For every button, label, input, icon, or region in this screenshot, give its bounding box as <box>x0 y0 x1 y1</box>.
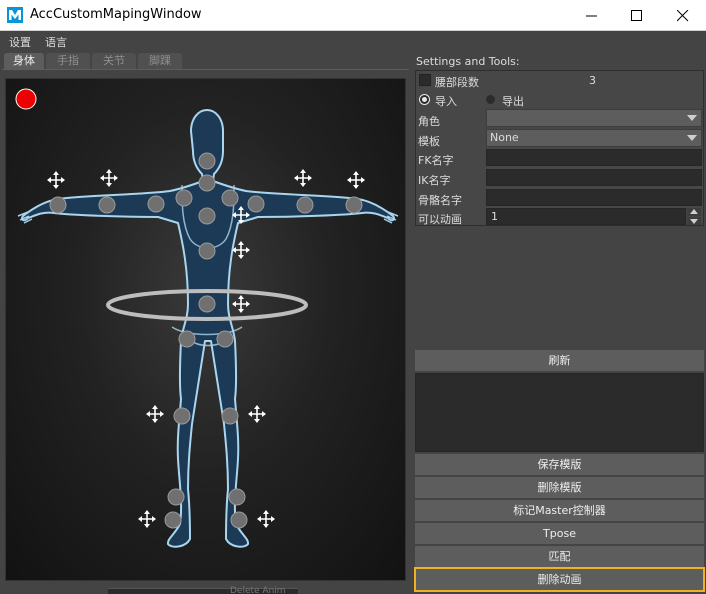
body-canvas[interactable] <box>5 78 406 581</box>
joint-right-elbow[interactable] <box>296 196 314 214</box>
tab-joints[interactable]: 关节 <box>92 53 136 70</box>
move-icon[interactable] <box>247 404 267 424</box>
spin-up-icon[interactable] <box>687 208 701 216</box>
fk-name-input[interactable] <box>486 149 702 166</box>
template-label: 模板 <box>418 135 440 148</box>
waist-value: 3 <box>589 74 596 87</box>
close-button[interactable] <box>660 0 706 31</box>
joint-right-knee[interactable] <box>221 407 239 425</box>
match-button[interactable]: 匹配 <box>415 546 704 567</box>
animatable-label: 可以动画 <box>418 213 462 226</box>
tab-underline <box>2 69 409 70</box>
joint-right-ankle[interactable] <box>228 488 246 506</box>
minimize-icon <box>586 15 597 17</box>
settings-header: Settings and Tools: <box>416 55 520 68</box>
animatable-input[interactable]: 1 <box>486 208 686 225</box>
export-radio[interactable] <box>486 95 495 104</box>
chevron-down-icon <box>683 110 701 126</box>
body-mapping-panel: 身体 手指 关节 脚踝 Delete Anim <box>0 51 411 594</box>
refresh-button[interactable]: 刷新 <box>415 350 704 371</box>
move-icon[interactable] <box>137 509 157 529</box>
export-label: 导出 <box>502 95 524 108</box>
spin-down-icon[interactable] <box>687 217 701 225</box>
maximize-icon <box>631 10 642 21</box>
bone-name-input[interactable] <box>486 189 702 206</box>
role-dropdown[interactable] <box>486 109 702 127</box>
joint-right-toe[interactable] <box>230 511 248 529</box>
fk-name-label: FK名字 <box>418 154 454 167</box>
joint-left-clavicle[interactable] <box>175 189 193 207</box>
joint-left-ankle[interactable] <box>167 488 185 506</box>
role-label: 角色 <box>418 115 440 128</box>
template-dropdown[interactable]: None <box>486 129 702 147</box>
minimize-button[interactable] <box>569 0 615 31</box>
bone-name-label: 骨骼名字 <box>418 194 462 207</box>
joint-right-clavicle[interactable] <box>221 189 239 207</box>
tab-fingers[interactable]: 手指 <box>46 53 90 70</box>
joint-spine-lower[interactable] <box>198 242 216 260</box>
joint-right-wrist[interactable] <box>345 196 363 214</box>
joint-hips[interactable] <box>198 295 216 313</box>
waist-label: 腰部段数 <box>435 76 479 89</box>
maya-app-icon <box>7 7 23 23</box>
move-icon[interactable] <box>231 294 251 314</box>
template-value: None <box>490 131 519 144</box>
title-bar: AccCustomMapingWindow <box>0 0 706 31</box>
waist-checkbox[interactable] <box>419 74 431 86</box>
joint-left-elbow[interactable] <box>98 196 116 214</box>
animatable-value: 1 <box>491 210 498 223</box>
result-list[interactable] <box>415 373 704 452</box>
ik-name-label: IK名字 <box>418 174 451 187</box>
joint-right-hip[interactable] <box>216 330 234 348</box>
move-icon[interactable] <box>256 509 276 529</box>
move-icon[interactable] <box>293 168 313 188</box>
window-title: AccCustomMapingWindow <box>30 7 202 22</box>
move-icon[interactable] <box>231 240 251 260</box>
joint-head[interactable] <box>198 152 216 170</box>
close-icon <box>677 10 689 22</box>
import-radio[interactable] <box>420 95 429 104</box>
mark-master-button[interactable]: 标记Master控制器 <box>415 500 704 521</box>
joint-left-toe[interactable] <box>164 511 182 529</box>
move-icon[interactable] <box>145 404 165 424</box>
menu-settings[interactable]: 设置 <box>9 34 31 50</box>
joint-neck[interactable] <box>198 174 216 192</box>
joint-right-shoulder[interactable] <box>247 195 265 213</box>
save-template-button[interactable]: 保存模版 <box>415 454 704 475</box>
joint-left-hip[interactable] <box>178 330 196 348</box>
tab-ankles[interactable]: 脚踝 <box>138 53 182 70</box>
joint-spine-upper[interactable] <box>198 207 216 225</box>
record-indicator <box>15 88 37 110</box>
menu-bar: 设置 语言 <box>0 31 706 51</box>
tpose-button[interactable]: Tpose <box>415 523 704 544</box>
import-label: 导入 <box>435 95 457 108</box>
delete-template-button[interactable]: 删除模版 <box>415 477 704 498</box>
ik-name-input[interactable] <box>486 169 702 186</box>
maximize-button[interactable] <box>614 0 660 31</box>
joint-left-knee[interactable] <box>173 407 191 425</box>
joint-left-shoulder[interactable] <box>147 195 165 213</box>
delete-animation-button[interactable]: 删除动画 <box>414 567 705 592</box>
move-icon[interactable] <box>346 170 366 190</box>
joint-left-wrist[interactable] <box>49 196 67 214</box>
settings-frame: 腰部段数 3 导入 导出 角色 模板 None FK名字 IK名字 骨骼名字 可… <box>415 70 704 226</box>
chevron-down-icon <box>683 130 701 146</box>
menu-language[interactable]: 语言 <box>45 34 67 50</box>
settings-panel: Settings and Tools: 腰部段数 3 导入 导出 角色 模板 N… <box>414 51 706 594</box>
bottom-partial-label: Delete Anim <box>230 586 286 594</box>
tab-body[interactable]: 身体 <box>4 53 44 70</box>
move-icon[interactable] <box>46 170 66 190</box>
move-icon[interactable] <box>99 168 119 188</box>
